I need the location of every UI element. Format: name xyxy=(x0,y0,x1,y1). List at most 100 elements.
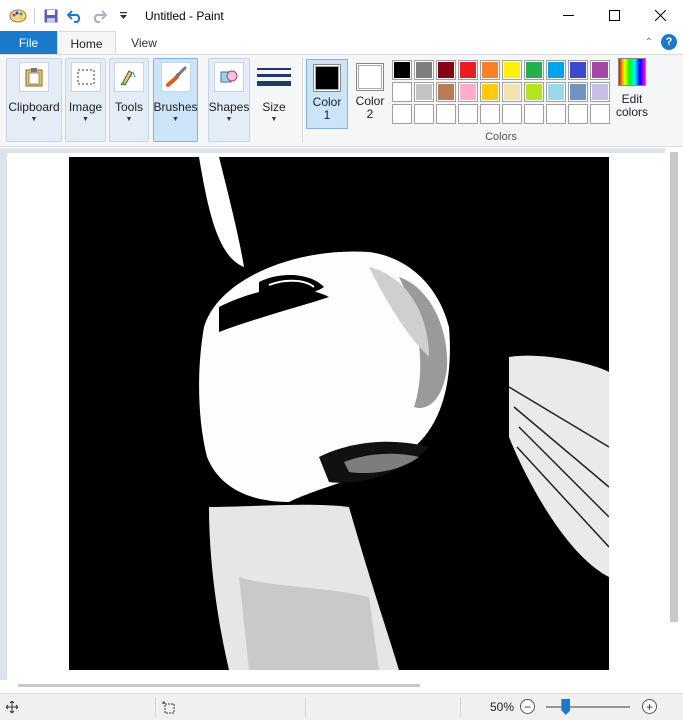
tools-button[interactable]: A Tools ▼ xyxy=(109,58,149,142)
swatch-fill xyxy=(526,62,542,78)
palette-swatch[interactable] xyxy=(590,82,610,102)
vertical-scrollbar[interactable] xyxy=(665,148,683,680)
palette-swatch-empty[interactable] xyxy=(436,104,456,124)
save-icon[interactable] xyxy=(41,6,61,26)
swatch-fill xyxy=(416,62,432,78)
shapes-icon xyxy=(214,62,244,92)
undo-icon[interactable] xyxy=(65,6,85,26)
swatch-fill xyxy=(570,62,586,78)
drawing-canvas[interactable] xyxy=(69,157,609,670)
zoom-slider-thumb[interactable] xyxy=(561,699,571,715)
swatch-fill xyxy=(504,62,520,78)
palette-swatch[interactable] xyxy=(436,82,456,102)
palette-swatch[interactable] xyxy=(524,60,544,80)
image-label: Image xyxy=(68,100,103,114)
palette-swatch[interactable] xyxy=(436,60,456,80)
swatch-fill xyxy=(438,62,454,78)
palette-swatch[interactable] xyxy=(414,82,434,102)
palette-swatch[interactable] xyxy=(480,60,500,80)
customize-dropdown-icon[interactable] xyxy=(113,6,133,26)
color1-button[interactable]: Color 1 xyxy=(306,59,348,129)
palette-swatch[interactable] xyxy=(568,60,588,80)
help-icon[interactable]: ? xyxy=(661,34,677,50)
minimize-button[interactable] xyxy=(545,0,591,31)
palette-swatch-empty[interactable] xyxy=(590,104,610,124)
ribbon-right-controls: ⌃ ? xyxy=(645,34,677,50)
edit-colors-button[interactable]: Edit colors xyxy=(612,58,652,119)
horizontal-scroll-thumb[interactable] xyxy=(18,684,420,687)
divider xyxy=(302,58,303,142)
palette-swatch[interactable] xyxy=(392,82,412,102)
swatch-fill xyxy=(394,62,410,78)
tab-view[interactable]: View xyxy=(118,31,170,55)
palette-swatch[interactable] xyxy=(458,60,478,80)
palette-swatch[interactable] xyxy=(502,60,522,80)
close-button[interactable] xyxy=(637,0,683,31)
swatch-fill xyxy=(460,62,476,78)
palette-swatch-empty[interactable] xyxy=(392,104,412,124)
edit-colors-label: Edit colors xyxy=(615,92,648,119)
vertical-scroll-thumb[interactable] xyxy=(670,152,678,622)
color2-button[interactable]: Color 2 xyxy=(351,63,389,127)
tab-home[interactable]: Home xyxy=(57,31,116,55)
window-title: Untitled - Paint xyxy=(145,8,224,23)
swatch-fill xyxy=(592,84,608,100)
palette-swatch-empty[interactable] xyxy=(546,104,566,124)
horizontal-scrollbar[interactable] xyxy=(0,680,683,693)
swatch-fill xyxy=(460,84,476,100)
palette-swatch[interactable] xyxy=(502,82,522,102)
clipboard-label: Clipboard xyxy=(8,100,60,114)
palette-swatch[interactable] xyxy=(568,82,588,102)
palette-swatch[interactable] xyxy=(458,82,478,102)
image-button[interactable]: Image ▼ xyxy=(65,58,106,142)
clipboard-button[interactable]: Clipboard ▼ xyxy=(6,58,62,142)
canvas-page xyxy=(7,153,665,680)
palette-swatch-empty[interactable] xyxy=(414,104,434,124)
palette-swatch[interactable] xyxy=(480,82,500,102)
palette-swatch[interactable] xyxy=(524,82,544,102)
redo-icon[interactable] xyxy=(89,6,109,26)
chevron-down-icon: ▼ xyxy=(270,116,278,123)
palette-swatch-empty[interactable] xyxy=(524,104,544,124)
palette-swatch-empty[interactable] xyxy=(458,104,478,124)
maximize-button[interactable] xyxy=(591,0,637,31)
color-palette xyxy=(392,60,610,124)
swatch-fill xyxy=(482,62,498,78)
palette-swatch[interactable] xyxy=(392,60,412,80)
brushes-label: Brushes xyxy=(153,100,198,114)
shapes-button[interactable]: Shapes ▼ xyxy=(208,58,250,142)
swatch-fill xyxy=(504,84,520,100)
palette-swatch[interactable] xyxy=(590,60,610,80)
paint-app-icon[interactable] xyxy=(8,6,28,26)
svg-text:A: A xyxy=(130,70,136,79)
swatch-fill xyxy=(394,84,410,100)
palette-swatch-empty[interactable] xyxy=(502,104,522,124)
palette-swatch[interactable] xyxy=(546,82,566,102)
swatch-fill xyxy=(548,84,564,100)
window-controls xyxy=(545,0,683,31)
status-bar: 50% − + xyxy=(0,693,683,720)
color2-label: Color 2 xyxy=(355,94,385,121)
brushes-button[interactable]: Brushes ▼ xyxy=(153,58,198,142)
chevron-down-icon: ▼ xyxy=(30,116,38,123)
divider xyxy=(34,7,35,24)
palette-swatch[interactable] xyxy=(414,60,434,80)
zoom-slider-track[interactable] xyxy=(546,706,630,708)
divider xyxy=(155,697,156,717)
divider xyxy=(305,697,306,717)
palette-swatch-empty[interactable] xyxy=(568,104,588,124)
palette-swatch[interactable] xyxy=(546,60,566,80)
chevron-down-icon: ▼ xyxy=(82,116,89,123)
size-button[interactable]: Size ▼ xyxy=(254,58,294,142)
portrait-drawing xyxy=(69,157,609,670)
collapse-ribbon-icon[interactable]: ⌃ xyxy=(645,37,653,48)
line-size-icon xyxy=(257,62,291,92)
palette-swatch-empty[interactable] xyxy=(480,104,500,124)
size-label: Size xyxy=(262,100,286,114)
color2-swatch xyxy=(356,63,384,91)
swatch-fill xyxy=(482,84,498,100)
zoom-in-button[interactable]: + xyxy=(642,699,657,714)
tab-file[interactable]: File xyxy=(0,31,57,55)
zoom-out-button[interactable]: − xyxy=(520,699,535,714)
quick-access-toolbar xyxy=(0,0,137,31)
